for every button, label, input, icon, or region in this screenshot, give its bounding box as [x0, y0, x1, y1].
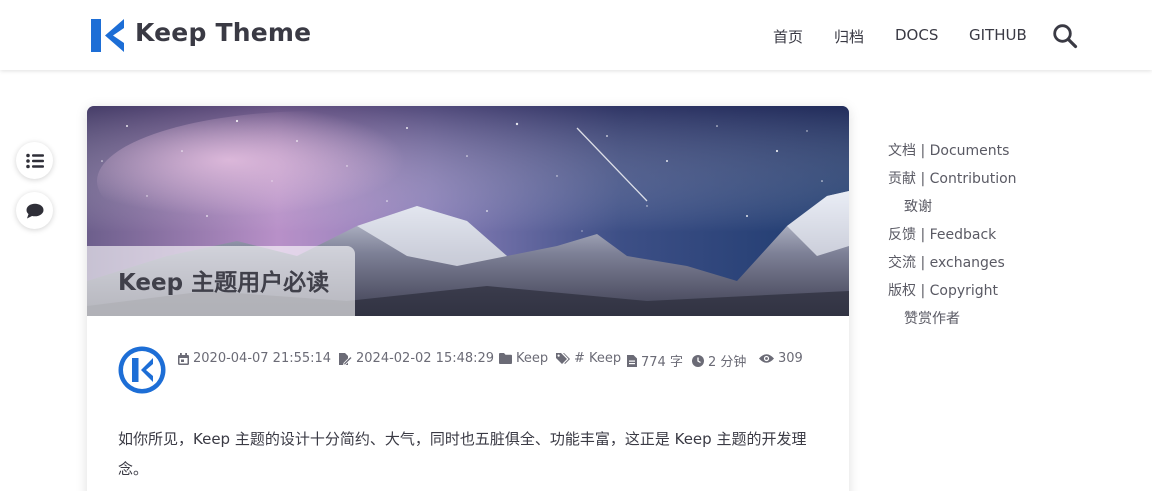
nav-archive[interactable]: 归档 — [834, 26, 864, 47]
nav-home[interactable]: 首页 — [773, 26, 803, 47]
comment-button[interactable] — [16, 192, 53, 229]
meta-read-time: 2 分钟 — [692, 351, 746, 370]
clock-icon — [692, 354, 704, 367]
created-date: 2020-04-07 21:55:14 — [193, 351, 332, 366]
comment-icon — [26, 203, 43, 218]
meta-views: 309 — [759, 351, 803, 366]
search-icon[interactable] — [1052, 23, 1078, 49]
document-icon — [627, 354, 637, 367]
meta-tag[interactable]: # Keep — [556, 351, 621, 366]
category-link[interactable]: Keep — [516, 351, 548, 366]
toc-item-contribution[interactable]: 贡献 | Contribution — [888, 168, 1017, 188]
meta-created: 2020-04-07 21:55:14 — [178, 351, 331, 366]
edit-file-icon — [339, 352, 352, 365]
keep-logo[interactable] — [91, 19, 124, 52]
article-card: Keep 主题用户必读 2020-04-07 21:55:14 2024-02-… — [87, 106, 849, 491]
toc-item-documents[interactable]: 文档 | Documents — [888, 140, 1009, 160]
toc-item-exchanges[interactable]: 交流 | exchanges — [888, 252, 1005, 272]
tag-link[interactable]: # Keep — [574, 351, 621, 366]
view-count: 309 — [778, 351, 803, 366]
toc-item-feedback[interactable]: 反馈 | Feedback — [888, 224, 996, 244]
post-title: Keep 主题用户必读 — [118, 270, 330, 296]
nav-github[interactable]: GITHUB — [969, 26, 1027, 44]
read-time: 2 分钟 — [708, 355, 747, 370]
meta-word-count: 774 字 — [627, 351, 683, 370]
updated-date: 2024-02-02 15:48:29 — [356, 351, 495, 366]
site-title[interactable]: Keep Theme — [135, 18, 311, 47]
site-header: Keep Theme 首页 归档 DOCS GITHUB — [0, 0, 1152, 70]
eye-icon — [759, 354, 774, 363]
author-avatar[interactable] — [118, 346, 166, 394]
word-count: 774 字 — [641, 355, 683, 370]
folder-icon — [499, 353, 512, 364]
meta-updated: 2024-02-02 15:48:29 — [339, 351, 494, 366]
toc-item-reward[interactable]: 赞赏作者 — [904, 308, 960, 328]
tags-icon — [556, 352, 570, 364]
toc-item-copyright[interactable]: 版权 | Copyright — [888, 280, 998, 300]
post-paragraph: 如你所见，Keep 主题的设计十分简约、大气，同时也五脏俱全、功能丰富，这正是 … — [118, 430, 807, 478]
calendar-icon — [178, 352, 189, 365]
meta-category[interactable]: Keep — [499, 351, 548, 366]
list-icon — [25, 153, 44, 168]
toc-item-thanks[interactable]: 致谢 — [904, 196, 932, 216]
toc-toggle-button[interactable] — [16, 142, 53, 179]
nav-docs[interactable]: DOCS — [895, 26, 938, 44]
